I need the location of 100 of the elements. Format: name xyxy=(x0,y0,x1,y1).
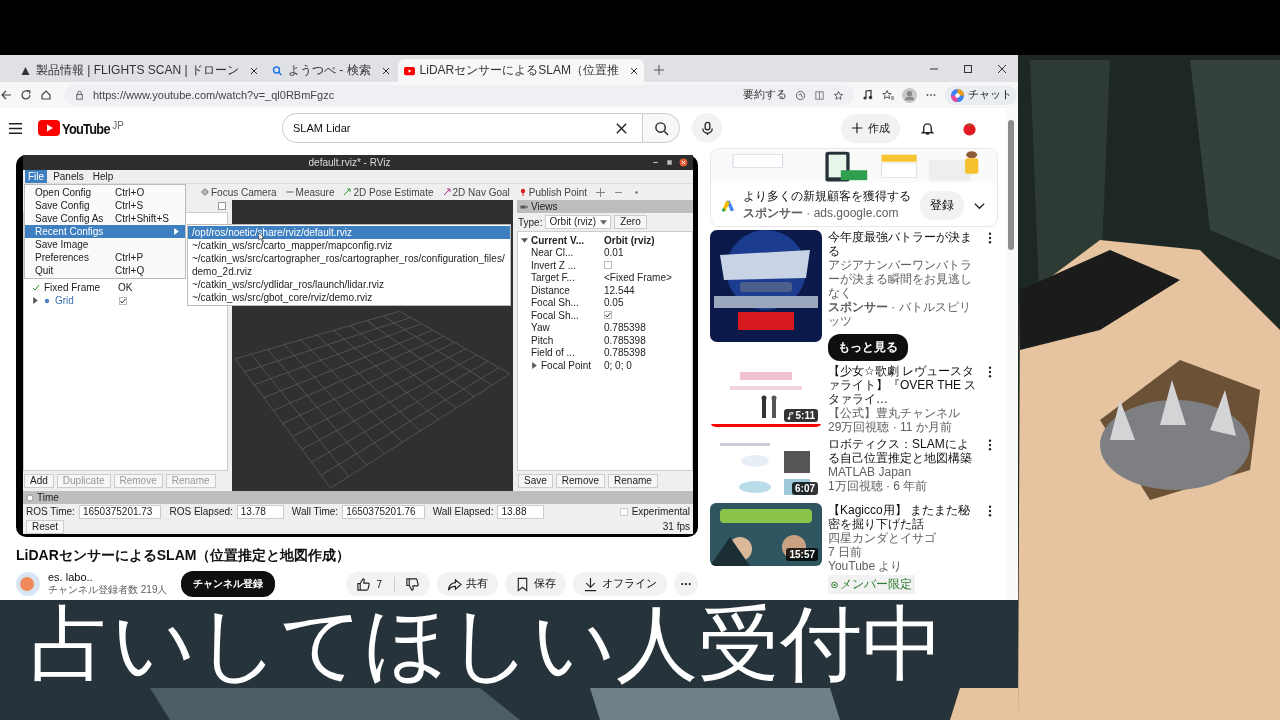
split-screen-icon[interactable] xyxy=(814,89,825,101)
subscribe-button[interactable]: チャンネル登録 xyxy=(181,571,276,597)
action-button[interactable]: 保存 xyxy=(505,572,566,596)
close-icon[interactable] xyxy=(381,66,390,75)
more-icon[interactable] xyxy=(988,232,992,244)
menu-item[interactable]: File xyxy=(25,170,48,183)
clock-icon xyxy=(26,493,34,502)
menu-icon[interactable] xyxy=(8,120,23,136)
close-icon[interactable] xyxy=(679,158,688,167)
profile-icon[interactable] xyxy=(902,87,917,103)
ad-card[interactable]: より多くの新規顧客を獲得する スポンサー · ads.google.com 登録 xyxy=(710,148,998,227)
search-field[interactable]: SLAM Lidar xyxy=(282,113,642,143)
video-title[interactable]: ロボティクス：SLAMによる自己位置推定と地図構築 xyxy=(828,437,980,465)
menu-item[interactable]: Save Config Ctrl+S xyxy=(25,199,185,212)
bell-icon[interactable] xyxy=(920,120,935,136)
channel-name[interactable]: es. labo.. xyxy=(48,571,168,583)
menu-item[interactable]: /opt/ros/noetic/share/rviz/default.rviz xyxy=(188,226,510,239)
more-icon[interactable] xyxy=(988,439,992,451)
video-meta: 7 日前 xyxy=(828,545,863,559)
channel-name[interactable]: 四星カンダとイサゴ xyxy=(828,531,980,545)
summary-icon[interactable] xyxy=(795,89,806,101)
panel-button[interactable]: Add xyxy=(24,474,54,488)
caption-text: 占いしてほしい人受付中 xyxy=(0,600,1018,688)
expand-arrow-icon[interactable] xyxy=(531,361,538,369)
summarize-link[interactable]: 要約する xyxy=(743,88,787,102)
type-dropdown[interactable]: Orbit (rviz) xyxy=(545,215,612,229)
menu-item[interactable]: Save Image xyxy=(25,238,185,251)
tool-button[interactable]: Publish Point xyxy=(518,186,588,198)
more-icon[interactable] xyxy=(988,505,992,517)
menu-item[interactable]: ~/catkin_ws/src/ydlidar_ros/launch/lidar.rviz xyxy=(188,278,510,291)
reload-icon[interactable] xyxy=(20,89,32,101)
browser-tab[interactable]: LiDARセンサーによるSLAM（位置推 xyxy=(397,59,644,82)
channel-name[interactable]: MATLAB Japan xyxy=(828,465,980,479)
tool-button[interactable]: Measure xyxy=(285,186,335,198)
star-icon[interactable] xyxy=(833,89,844,101)
arrow-icon xyxy=(343,188,352,196)
search-icon xyxy=(271,65,283,76)
chat-button[interactable]: チャット xyxy=(945,85,1017,105)
browser-tab[interactable]: 製品情報 | FLIGHTS SCAN | ドローン xyxy=(14,59,264,82)
tool-button[interactable]: 2D Nav Goal xyxy=(442,186,510,198)
create-button[interactable]: 作成 xyxy=(841,113,900,143)
caret-icon xyxy=(600,218,608,226)
more-info-button[interactable]: もっと見る xyxy=(828,334,908,361)
menu-item[interactable]: ~/catkin_ws/src/cartographer_ros/cartographer_ros/configuration_files/demo_2d.rviz xyxy=(188,252,510,278)
expand-arrow-icon[interactable] xyxy=(521,236,528,244)
checkbox[interactable] xyxy=(604,311,612,320)
reset-button[interactable]: Reset xyxy=(26,519,65,534)
more-icon[interactable] xyxy=(988,366,992,378)
menu-item[interactable]: Preferences Ctrl+P xyxy=(25,251,185,264)
checkbox[interactable] xyxy=(619,507,628,516)
back-icon[interactable] xyxy=(0,89,12,101)
maximize-icon[interactable] xyxy=(665,158,674,167)
move-icon[interactable] xyxy=(596,187,606,197)
action-button[interactable]: 共有 xyxy=(437,572,498,596)
search-button[interactable] xyxy=(642,113,680,143)
time-field: 1650375201.76 xyxy=(342,504,425,519)
menu-item[interactable]: ~/catkin_ws/src/gbot_core/rviz/demo.rviz xyxy=(188,291,510,304)
property-name: Focal Sh... xyxy=(531,309,580,321)
like-button[interactable]: 7 xyxy=(346,576,395,592)
menu-item[interactable]: Open Config Ctrl+O xyxy=(25,186,185,199)
close-icon[interactable] xyxy=(249,66,258,75)
close-icon[interactable] xyxy=(629,66,638,75)
menu-item[interactable]: Panels xyxy=(50,170,87,183)
address-bar[interactable]: https://www.youtube.com/watch?v=_ql0RBmFgzc 要約する xyxy=(64,85,854,105)
close-icon[interactable] xyxy=(997,64,1007,74)
promo-title[interactable]: 今年度最強バトラーが決まる xyxy=(828,230,980,258)
youtube-logo-icon[interactable] xyxy=(38,119,60,136)
menu-item[interactable]: Save Config As Ctrl+Shift+S xyxy=(25,212,185,225)
panel-button[interactable]: Rename xyxy=(608,474,658,488)
checkbox[interactable] xyxy=(604,261,612,270)
expand-arrow-icon[interactable] xyxy=(32,297,39,304)
tool-button[interactable]: Focus Camera xyxy=(201,186,277,198)
ad-title[interactable]: より多くの新規顧客を獲得する xyxy=(743,189,912,203)
display-name[interactable]: Grid xyxy=(55,295,115,306)
new-tab-icon[interactable] xyxy=(653,65,664,75)
menu-item[interactable]: Help xyxy=(89,170,117,183)
music-icon[interactable] xyxy=(862,89,874,101)
menu-item[interactable]: Recent Configs xyxy=(25,225,185,238)
checkbox[interactable] xyxy=(119,296,127,305)
channel-name[interactable]: 【公式】豊丸チャンネル xyxy=(828,406,980,420)
avatar-icon[interactable] xyxy=(962,120,977,136)
mic-button[interactable] xyxy=(692,113,722,143)
menu-item[interactable]: ~/catkin_ws/src/carto_mapper/mapconfig.rviz xyxy=(188,239,510,252)
zero-button[interactable]: Zero xyxy=(614,215,647,229)
favorites-icon[interactable] xyxy=(882,89,894,101)
register-button[interactable]: 登録 xyxy=(920,191,964,220)
menu-item[interactable]: Quit Ctrl+Q xyxy=(25,264,185,277)
home-icon[interactable] xyxy=(40,89,52,101)
subscriber-count: チャンネル登録者数 219人 xyxy=(48,583,168,597)
scrollbar[interactable] xyxy=(1005,108,1018,600)
video-title[interactable]: 【少女☆歌劇 レヴュースタァライト】『OVER THE スタァライ… xyxy=(828,364,980,406)
tool-button[interactable]: 2D Pose Estimate xyxy=(343,186,434,198)
panel-button[interactable]: Save xyxy=(518,474,553,488)
video-title[interactable]: 【Kagicco用】 またまた秘密を掘り下げた話 xyxy=(828,503,980,531)
browser-tab[interactable]: ようつべ - 検索 xyxy=(265,59,396,82)
float-button-icon[interactable] xyxy=(218,202,226,210)
panel-button[interactable]: Remove xyxy=(555,474,606,488)
action-button[interactable]: オフライン xyxy=(573,572,667,596)
maximize-icon[interactable] xyxy=(963,64,973,74)
logo-text[interactable]: YouTube xyxy=(62,119,110,137)
